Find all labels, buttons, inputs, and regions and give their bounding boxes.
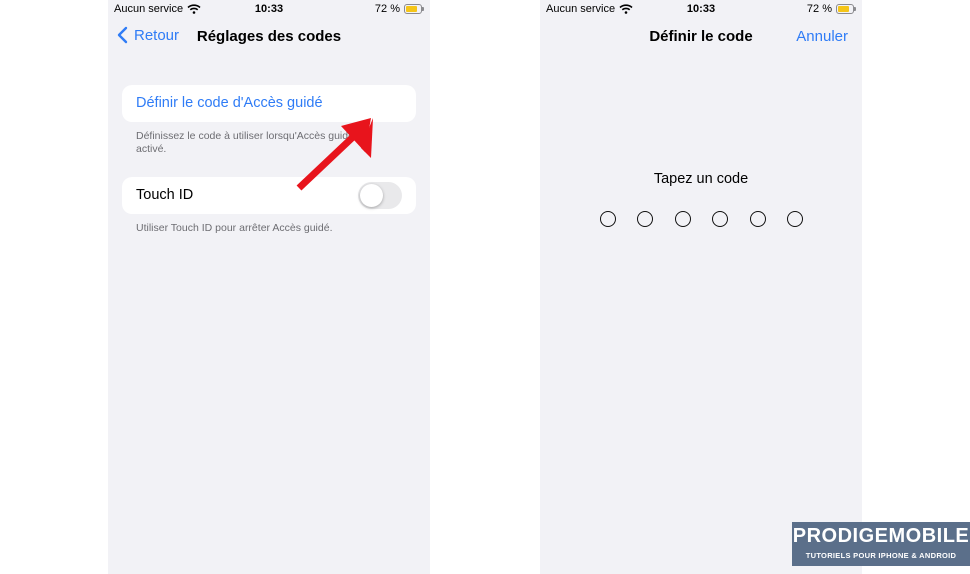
back-button[interactable]: Retour	[116, 26, 179, 44]
status-bar: Aucun service 10:33 72 %	[108, 0, 430, 18]
touch-id-cell: Touch ID	[122, 177, 416, 214]
passcode-dot	[749, 211, 766, 227]
passcode-dot	[600, 211, 616, 227]
watermark-tagline: TUTORIELS POUR IPHONE & ANDROID	[805, 551, 957, 560]
battery-percent: 72 %	[374, 3, 400, 15]
toggle-knob	[360, 184, 383, 207]
chevron-left-icon	[117, 26, 128, 44]
watermark-logo: PRODIGEMOBILE TUTORIELS POUR IPHONE & AN…	[792, 522, 970, 566]
touch-id-toggle[interactable]	[358, 182, 402, 209]
passcode-dot	[637, 211, 654, 227]
passcode-dot	[786, 211, 803, 227]
battery-icon	[836, 4, 856, 14]
status-bar: Aucun service 10:33 72 %	[540, 0, 862, 18]
battery-icon	[404, 4, 424, 14]
define-code-cell[interactable]: Définir le code d'Accès guidé	[122, 85, 416, 122]
back-button-label: Retour	[134, 26, 180, 44]
left-phone-screen: Aucun service 10:33 72 % Retour Réglages…	[108, 0, 430, 574]
touch-id-footnote: Utiliser Touch ID pour arrêter Accès gui…	[136, 222, 333, 234]
navigation-bar: Retour Réglages des codes	[108, 22, 430, 52]
define-code-link[interactable]: Définir le code d'Accès guidé	[136, 95, 323, 111]
battery-percent: 72 %	[806, 3, 832, 15]
navigation-bar: Définir le code Annuler	[540, 22, 862, 52]
passcode-prompt: Tapez un code	[653, 171, 749, 187]
passcode-dot	[712, 211, 729, 227]
passcode-dots	[600, 211, 803, 229]
watermark-brand: PRODIGEMOBILE	[792, 525, 970, 547]
passcode-dot	[674, 211, 691, 227]
right-phone-screen: Aucun service 10:33 72 % Définir le code…	[540, 0, 862, 574]
cancel-button[interactable]: Annuler	[796, 28, 848, 45]
touch-id-label: Touch ID	[136, 187, 194, 203]
define-code-footnote: Définissez le code à utiliser lorsqu'Acc…	[136, 130, 371, 155]
